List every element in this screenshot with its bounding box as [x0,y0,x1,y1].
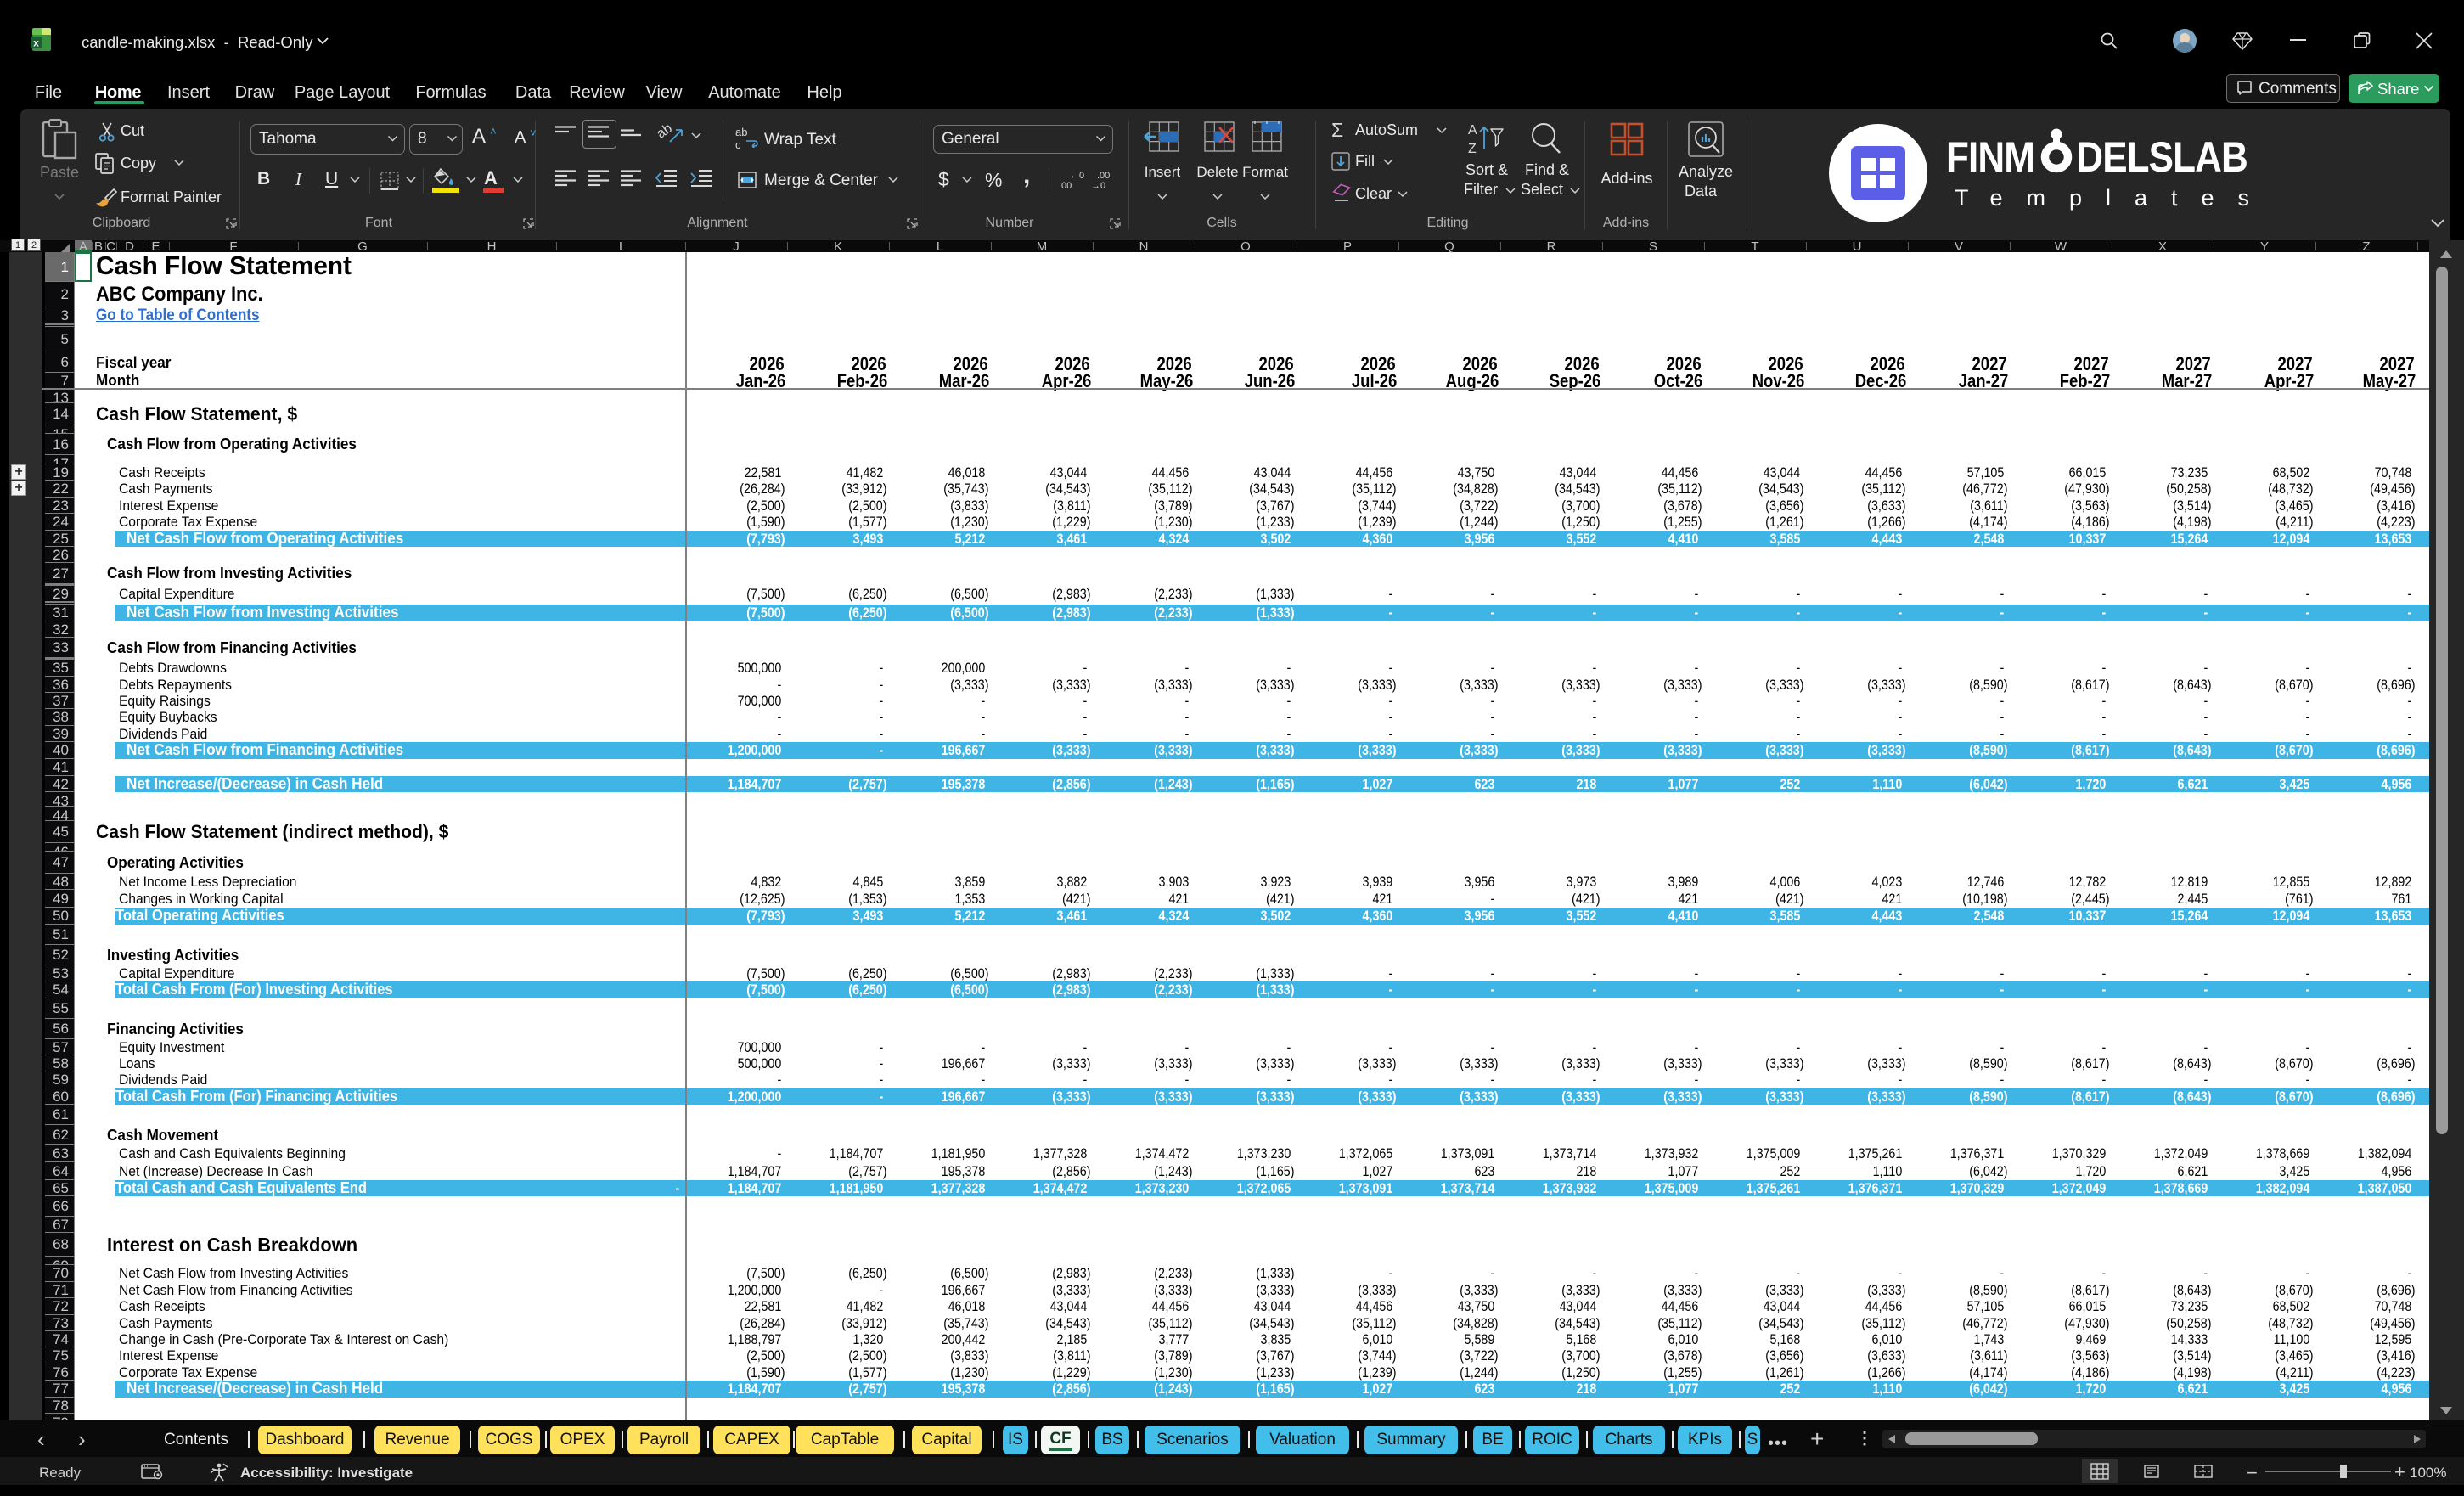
svg-text:Z: Z [1468,142,1477,156]
svg-text:.00: .00 [1059,181,1072,190]
svg-text:x: x [33,37,39,49]
svg-text:←0: ←0 [1070,171,1084,181]
svg-text:A: A [1468,123,1477,138]
svg-text:→0: →0 [1091,181,1105,190]
svg-text:.00: .00 [1097,171,1110,181]
